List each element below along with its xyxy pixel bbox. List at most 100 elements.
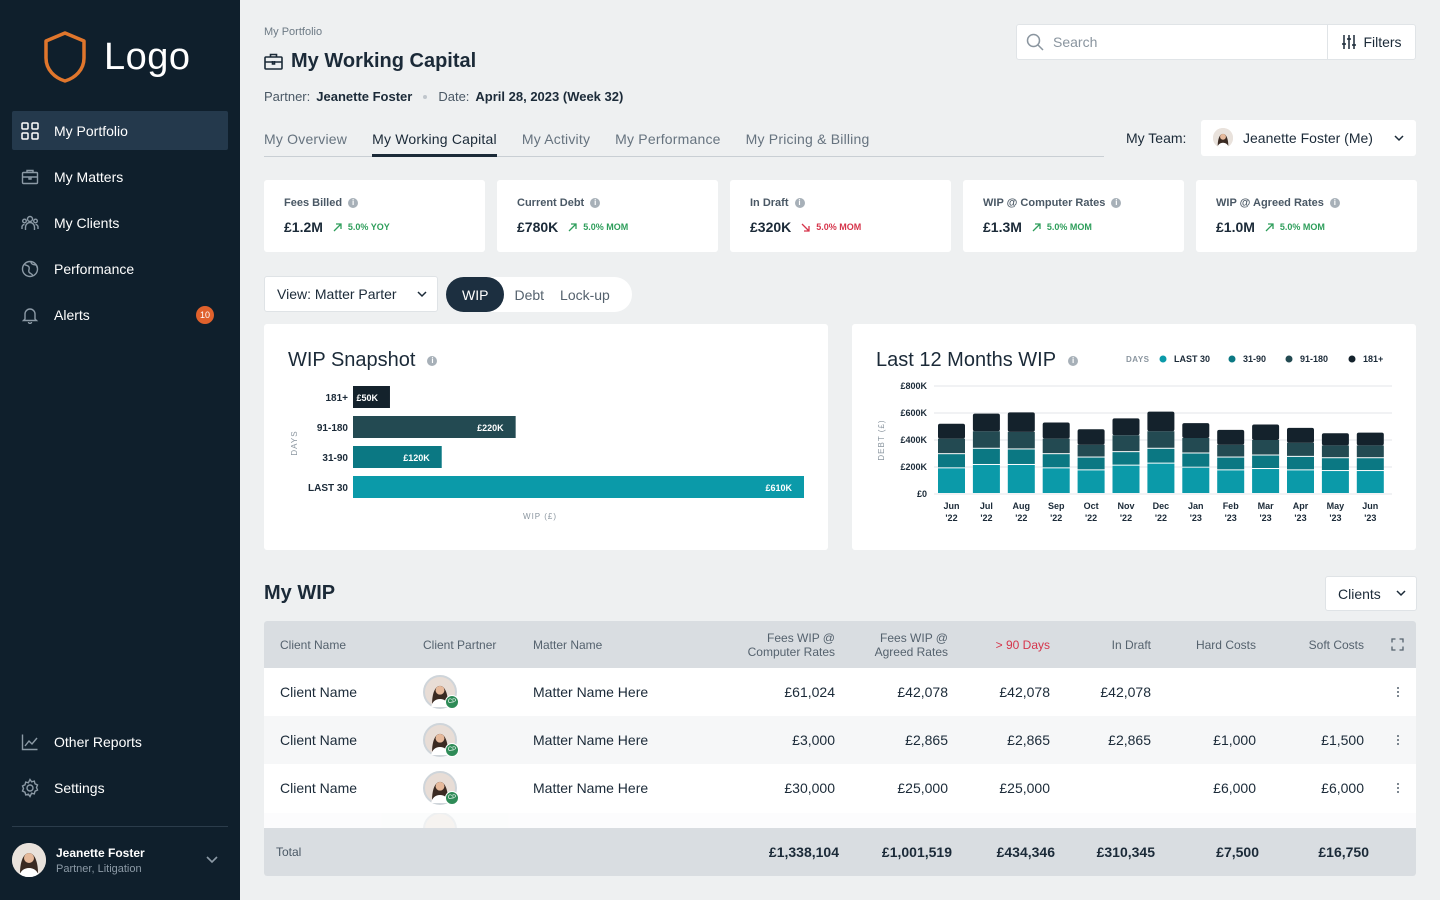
sidebar-item-performance[interactable]: Performance	[12, 249, 228, 288]
user-profile[interactable]: Jeanette Foster Partner, Litigation	[12, 826, 228, 877]
sidebar-item-my-portfolio[interactable]: My Portfolio	[12, 111, 228, 150]
bar-segment[interactable]	[1321, 458, 1349, 471]
bar-segment[interactable]	[1147, 411, 1175, 432]
team-select[interactable]: Jeanette Foster (Me)	[1201, 120, 1416, 156]
row-menu[interactable]	[1390, 716, 1406, 764]
bar-segment[interactable]	[938, 468, 965, 493]
bar-segment[interactable]	[1042, 438, 1070, 454]
table-row[interactable]: Client Name CP Matter Name Here £3,000 £…	[264, 716, 1416, 764]
bar-segment[interactable]	[1042, 468, 1070, 493]
bar-segment[interactable]	[1182, 437, 1210, 453]
bar-segment[interactable]	[1217, 470, 1245, 493]
info-icon[interactable]: i	[1111, 198, 1122, 208]
tab-my-pricing-billing[interactable]: My Pricing & Billing	[746, 130, 870, 157]
sidebar-item-alerts[interactable]: Alerts 10	[12, 295, 228, 334]
sidebar-item-my-matters[interactable]: My Matters	[12, 157, 228, 196]
bar-segment[interactable]	[1182, 453, 1210, 467]
info-icon[interactable]: i	[1329, 198, 1340, 208]
bar-segment[interactable]	[1356, 471, 1384, 493]
bar-segment[interactable]	[1112, 452, 1140, 465]
bar-segment[interactable]	[972, 464, 1000, 493]
bar-segment[interactable]	[1287, 456, 1314, 470]
table-row[interactable]: Client Name CP Matter Name Here £30,000 …	[264, 764, 1416, 812]
bar-segment[interactable]	[1252, 469, 1280, 493]
bar-segment[interactable]	[1287, 427, 1314, 443]
column-header-over-90-days[interactable]: > 90 Days	[964, 621, 1050, 668]
segment-debt[interactable]: Debt	[506, 277, 552, 312]
bar-segment[interactable]	[1287, 442, 1314, 456]
bar-segment[interactable]	[1077, 457, 1105, 470]
expand-icon[interactable]	[1391, 621, 1404, 668]
bar-segment[interactable]	[1356, 445, 1384, 458]
sidebar-item-my-clients[interactable]: My Clients	[12, 203, 228, 242]
chevron-down-icon[interactable]	[206, 851, 218, 869]
bar-segment[interactable]	[1077, 444, 1105, 457]
bar-segment[interactable]	[1112, 435, 1140, 452]
column-header-matter[interactable]: Matter Name	[533, 621, 602, 668]
segment-wip[interactable]: WIP	[446, 277, 505, 312]
logo[interactable]: Logo	[42, 30, 191, 84]
bar-segment[interactable]	[1217, 429, 1245, 445]
column-header-client[interactable]: Client Name	[280, 621, 346, 668]
view-select[interactable]: View: Matter Parter	[264, 276, 438, 312]
sidebar-item-settings[interactable]: Settings	[12, 768, 228, 807]
bar-segment[interactable]	[1356, 458, 1384, 471]
group-by-select[interactable]: Clients	[1325, 576, 1417, 611]
bar-segment[interactable]	[972, 448, 1000, 464]
filters-button[interactable]: Filters	[1327, 25, 1415, 59]
bar-segment[interactable]	[938, 454, 965, 468]
row-menu[interactable]	[1390, 668, 1406, 716]
tab-my-working-capital[interactable]: My Working Capital	[372, 130, 497, 157]
bar-segment[interactable]	[1217, 457, 1245, 470]
bar-segment[interactable]	[1007, 412, 1035, 432]
column-header-hard-costs[interactable]: Hard Costs	[1164, 621, 1256, 668]
info-icon[interactable]: i	[794, 198, 805, 208]
tab-my-overview[interactable]: My Overview	[264, 130, 347, 157]
bar-segment[interactable]	[1321, 445, 1349, 458]
search-input[interactable]	[1053, 25, 1327, 59]
bar-segment[interactable]	[1182, 467, 1210, 493]
bar-segment[interactable]	[1252, 424, 1280, 440]
kpi-label: In Draft	[750, 197, 789, 209]
bar-segment[interactable]	[1287, 470, 1314, 493]
column-header-fees-agreed[interactable]: Fees WIP @ Agreed Rates	[844, 621, 948, 668]
row-menu[interactable]	[1390, 764, 1406, 812]
tab-my-performance[interactable]: My Performance	[615, 130, 721, 157]
bar-segment[interactable]	[1112, 465, 1140, 493]
bar-segment[interactable]	[1147, 448, 1175, 463]
bar[interactable]	[353, 476, 804, 498]
info-icon[interactable]: i	[590, 198, 601, 208]
bar-segment[interactable]	[938, 423, 965, 439]
sidebar-item-other-reports[interactable]: Other Reports	[12, 722, 228, 761]
tab-my-activity[interactable]: My Activity	[522, 130, 590, 157]
bar-segment[interactable]	[1077, 429, 1105, 445]
bar-segment[interactable]	[1007, 464, 1035, 493]
info-icon[interactable]: i	[348, 198, 359, 208]
bar-segment[interactable]	[1042, 454, 1070, 468]
bar-segment[interactable]	[1077, 470, 1105, 493]
bar-segment[interactable]	[1007, 449, 1035, 464]
bar-segment[interactable]	[1042, 422, 1070, 439]
bar-segment[interactable]	[1321, 433, 1349, 446]
segment-lock-up[interactable]: Lock-up	[552, 277, 618, 312]
column-header-in-draft[interactable]: In Draft	[1064, 621, 1151, 668]
bar-segment[interactable]	[1112, 418, 1140, 436]
bar-segment[interactable]	[972, 413, 1000, 432]
bar-segment[interactable]	[1252, 455, 1280, 469]
bar-segment[interactable]	[1147, 463, 1175, 493]
bar-segment[interactable]	[1356, 432, 1384, 446]
chevron-down-icon	[1396, 590, 1406, 597]
column-header-partner[interactable]: Client Partner	[423, 621, 496, 668]
bar-segment[interactable]	[1182, 423, 1210, 438]
bar-segment[interactable]	[972, 431, 1000, 448]
bar-segment[interactable]	[1252, 440, 1280, 455]
bar-segment[interactable]	[1321, 471, 1349, 493]
column-header-fees-computer[interactable]: Fees WIP @ Computer Rates	[704, 621, 835, 668]
breadcrumb[interactable]: My Portfolio	[264, 26, 322, 38]
bar-segment[interactable]	[1217, 444, 1245, 457]
bar-segment[interactable]	[938, 438, 965, 454]
bar-segment[interactable]	[1007, 431, 1035, 449]
table-row[interactable]: Client Name CP Matter Name Here £61,024 …	[264, 668, 1416, 716]
bar-segment[interactable]	[1147, 431, 1175, 448]
column-header-soft-costs[interactable]: Soft Costs	[1274, 621, 1364, 668]
